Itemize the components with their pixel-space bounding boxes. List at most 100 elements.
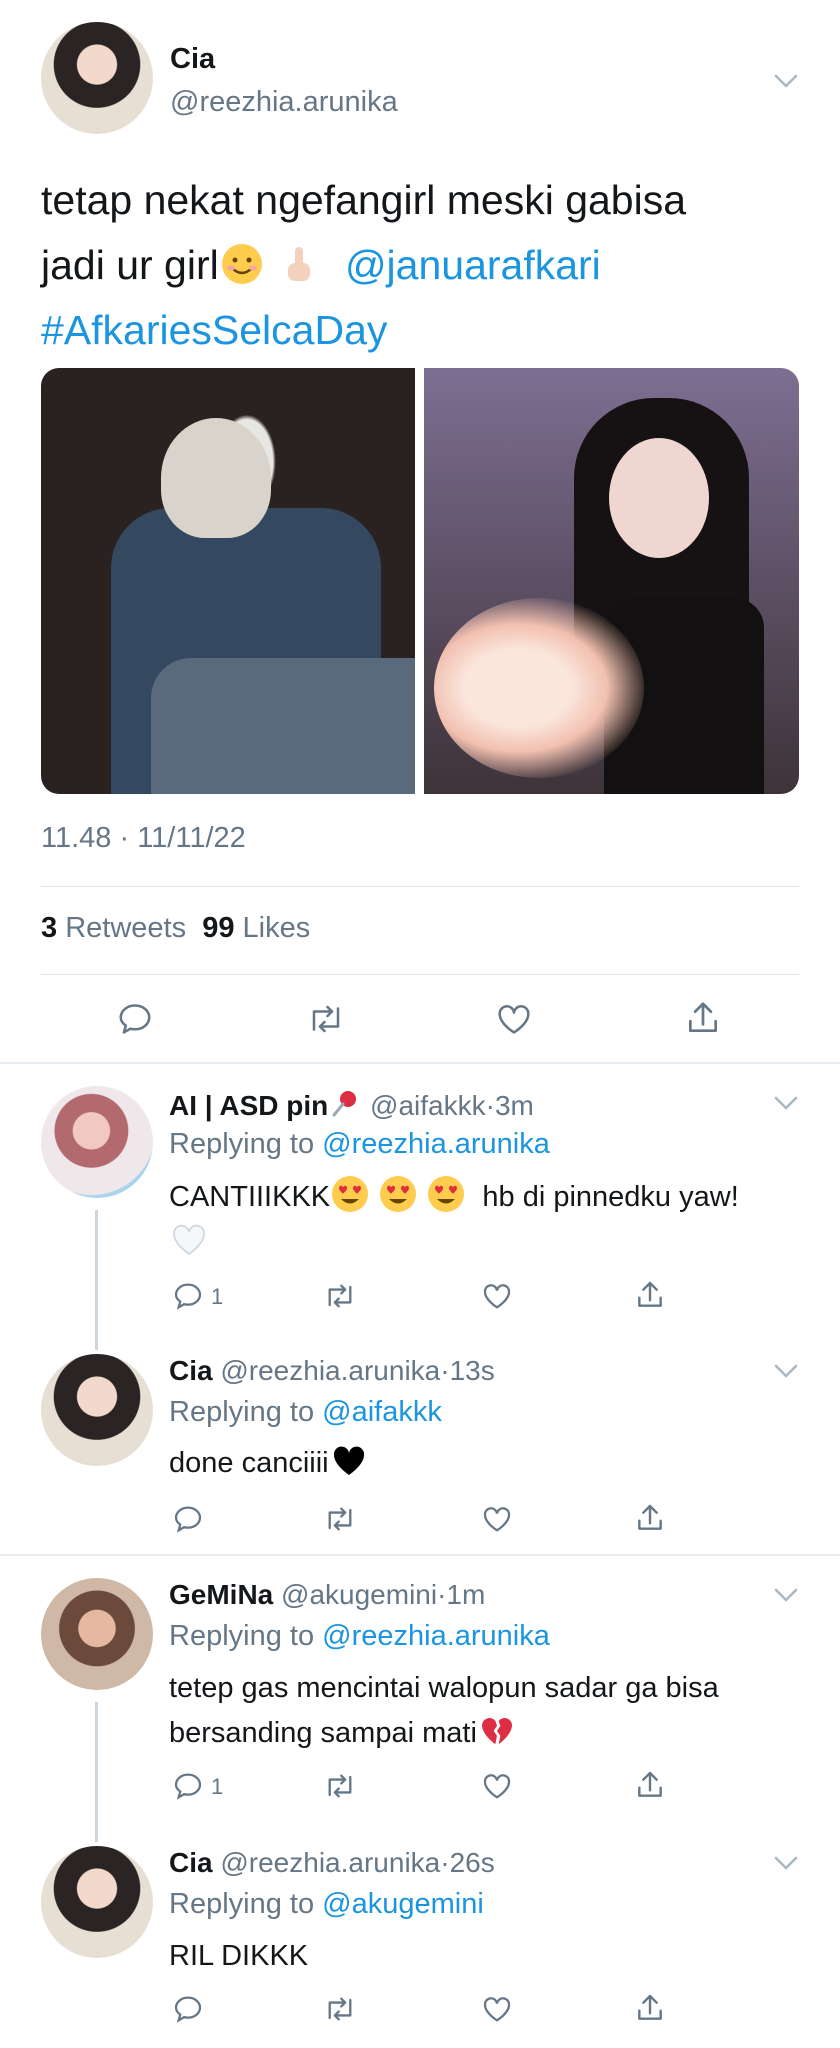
reply-icon[interactable] <box>172 1993 204 2025</box>
like-icon[interactable] <box>480 1280 514 1312</box>
section-divider <box>0 1062 840 1064</box>
white-heart-emoji <box>173 1224 205 1256</box>
author-handle[interactable]: @reezhia.arunika <box>170 86 398 119</box>
retweet-icon[interactable] <box>322 1770 358 1802</box>
retweet-icon[interactable] <box>322 1503 358 1535</box>
reply-count: 1 <box>211 1284 224 1309</box>
retweets-label[interactable]: Retweets <box>65 912 186 944</box>
reply-text-part: tetep gas mencintai walopun sadar ga bis… <box>169 1672 719 1704</box>
replying-to-link[interactable]: @aifakkk <box>322 1396 442 1428</box>
avatar[interactable] <box>41 1578 153 1690</box>
divider <box>41 886 799 887</box>
tweet-photo[interactable] <box>41 368 415 794</box>
chevron-down-icon[interactable] <box>773 1586 799 1604</box>
chevron-down-icon[interactable] <box>773 1854 799 1872</box>
like-icon[interactable] <box>494 1000 534 1038</box>
like-icon[interactable] <box>480 1993 514 2025</box>
reply-text: tetep gas mencintai walopun sadar ga bis… <box>169 1666 809 1755</box>
heart-eyes-emoji <box>332 1176 369 1212</box>
author-name[interactable]: AI | ASD pin <box>169 1090 328 1121</box>
reply-time[interactable]: 13s <box>450 1355 495 1386</box>
heart-eyes-emoji <box>428 1176 465 1212</box>
replying-label: Replying to <box>169 1620 315 1652</box>
reply-time[interactable]: 26s <box>450 1847 495 1878</box>
share-icon[interactable] <box>684 998 722 1038</box>
photo-figure <box>161 418 271 538</box>
reply-text-part: CANTIIIKKK <box>169 1181 331 1213</box>
likes-label[interactable]: Likes <box>243 912 311 944</box>
retweet-icon[interactable] <box>322 1993 358 2025</box>
retweet-icon[interactable] <box>322 1280 358 1312</box>
reply-count: 1 <box>211 1774 224 1799</box>
avatar[interactable] <box>41 1846 153 1958</box>
mention-link[interactable]: @januarafkari <box>345 242 601 288</box>
photo-figure <box>609 438 709 558</box>
reply-icon[interactable] <box>116 1000 154 1038</box>
tweet-text: tetap nekat ngefangirl meski gabisa jadi… <box>41 168 801 363</box>
black-heart-emoji <box>333 1446 364 1475</box>
reply-time[interactable]: 1m <box>446 1579 485 1610</box>
avatar[interactable] <box>41 22 153 134</box>
tweet-text-line: tetap nekat ngefangirl meski gabisa <box>41 177 687 223</box>
meta-separator: · <box>440 1847 450 1878</box>
replying-to: Replying to @akugemini <box>169 1888 484 1921</box>
reply-text: done canciiii <box>169 1440 809 1485</box>
reply-text-part: done canciiii <box>169 1447 329 1479</box>
reply-header: Cia @reezhia.arunika·13s <box>169 1355 495 1387</box>
author-handle[interactable]: @reezhia.arunika <box>220 1355 440 1386</box>
pointing-up-emoji <box>288 247 311 281</box>
reply-icon[interactable] <box>172 1280 204 1312</box>
author-name[interactable]: GeMiNa <box>169 1579 273 1610</box>
reply-icon[interactable] <box>172 1770 204 1802</box>
heart-eyes-emoji <box>380 1176 417 1212</box>
like-icon[interactable] <box>480 1770 514 1802</box>
likes-count[interactable]: 99 <box>202 912 234 944</box>
reply-time[interactable]: 3m <box>495 1090 534 1121</box>
chevron-down-icon[interactable] <box>773 1094 799 1112</box>
replying-to-link[interactable]: @reezhia.arunika <box>322 1128 550 1160</box>
tweet-text-line: jadi ur girl <box>41 242 219 288</box>
author-handle[interactable]: @aifakkk <box>370 1090 486 1121</box>
reply-text: CANTIIIKKK hb di pinnedku yaw! <box>169 1174 809 1264</box>
photo-figure <box>151 658 415 794</box>
broken-heart-emoji <box>481 1718 512 1745</box>
meta-separator: · <box>485 1090 495 1121</box>
chevron-down-icon[interactable] <box>773 1362 799 1380</box>
divider <box>41 974 799 975</box>
retweets-count[interactable]: 3 <box>41 912 57 944</box>
retweet-icon[interactable] <box>305 1000 347 1038</box>
tweet-photo[interactable] <box>424 368 799 794</box>
reply-text-part: RIL DIKKK <box>169 1940 309 1972</box>
author-handle[interactable]: @reezhia.arunika <box>220 1847 440 1878</box>
replying-to: Replying to @reezhia.arunika <box>169 1128 550 1161</box>
share-icon[interactable] <box>634 1991 666 2025</box>
author-handle[interactable]: @akugemini <box>281 1579 437 1610</box>
replying-to-link[interactable]: @reezhia.arunika <box>322 1620 550 1652</box>
hashtag-link[interactable]: #AfkariesSelcaDay <box>41 307 387 353</box>
pushpin-emoji <box>332 1091 357 1117</box>
author-name[interactable]: Cia <box>169 1847 213 1878</box>
reply-text-part: hb di pinnedku yaw! <box>482 1181 739 1213</box>
meta-separator: · <box>440 1355 450 1386</box>
photo-figure <box>434 598 644 778</box>
avatar[interactable] <box>41 1354 153 1466</box>
share-icon[interactable] <box>634 1278 666 1312</box>
share-icon[interactable] <box>634 1768 666 1802</box>
reply-text-part: bersanding sampai mati <box>169 1717 477 1749</box>
replying-to-link[interactable]: @akugemini <box>322 1888 484 1920</box>
author-name[interactable]: Cia <box>169 1355 213 1386</box>
like-icon[interactable] <box>480 1503 514 1535</box>
avatar[interactable] <box>41 1086 153 1198</box>
reply-icon[interactable] <box>172 1503 204 1535</box>
smiling-face-emoji <box>221 244 262 284</box>
author-name[interactable]: Cia <box>170 43 215 76</box>
reply-header: Cia @reezhia.arunika·26s <box>169 1847 495 1879</box>
chevron-down-icon[interactable] <box>773 72 799 90</box>
thread-line <box>95 1210 98 1350</box>
tweet-timestamp[interactable]: 11.48 · 11/11/22 <box>41 822 246 855</box>
tweet-stats: 3 Retweets 99 Likes <box>41 912 310 945</box>
section-divider <box>0 1554 840 1556</box>
thread-line <box>95 1702 98 1842</box>
share-icon[interactable] <box>634 1501 666 1535</box>
replying-label: Replying to <box>169 1128 315 1160</box>
